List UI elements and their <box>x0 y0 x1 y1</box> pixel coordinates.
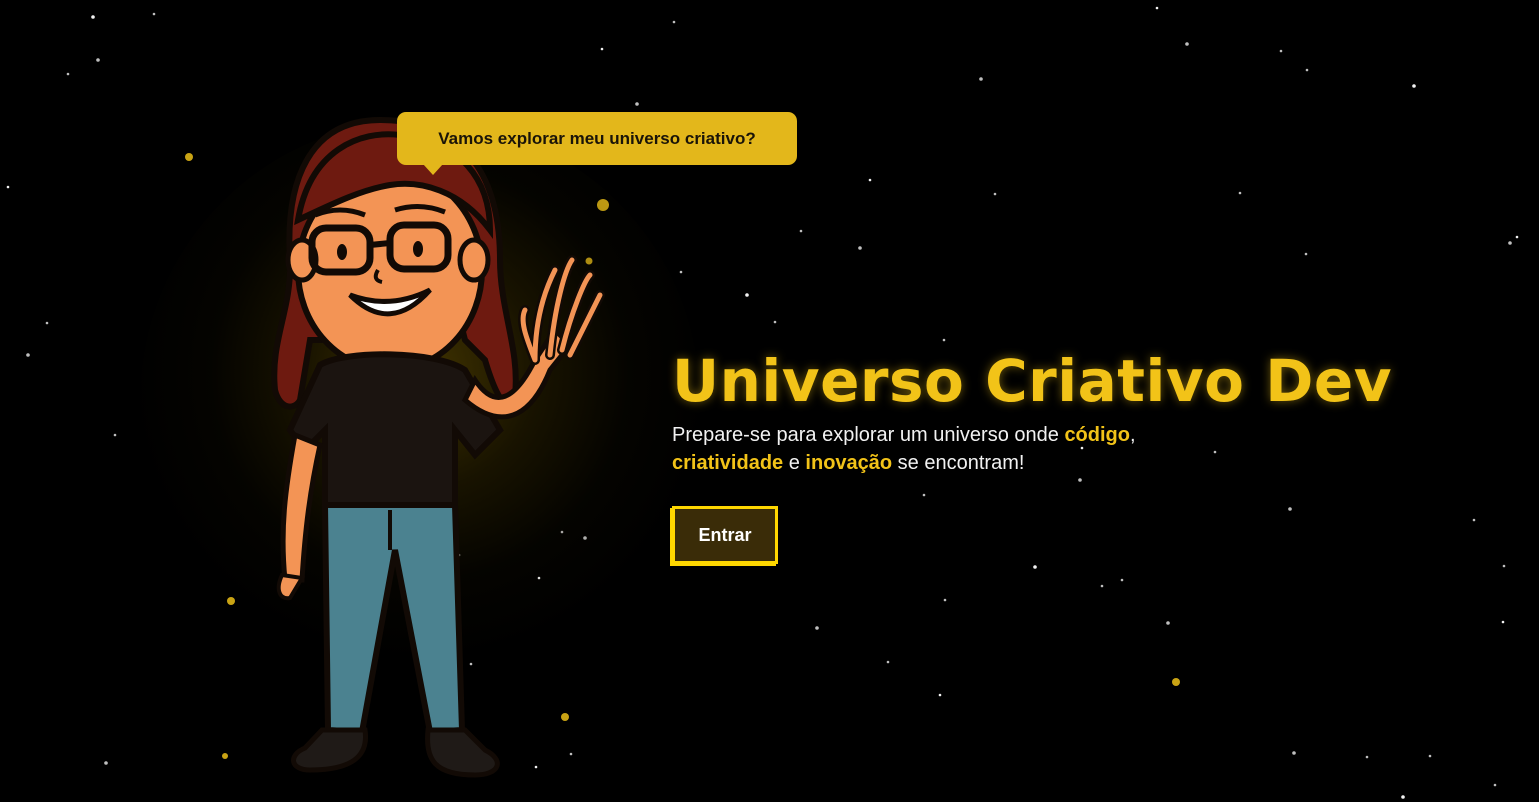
gold-star-dot <box>222 753 228 759</box>
eye-right <box>413 241 423 257</box>
star-dot <box>1292 751 1296 755</box>
star-dot <box>799 229 803 233</box>
star-dot <box>679 270 683 274</box>
star-dot <box>938 693 942 697</box>
star-dot <box>91 15 95 19</box>
star-dot <box>1238 191 1242 195</box>
star-dot <box>1078 478 1082 482</box>
star-dot <box>1515 235 1519 239</box>
star-dot <box>66 72 70 76</box>
eye-left <box>337 244 347 260</box>
star-dot <box>1305 68 1309 72</box>
tagline-highlight-criatividade: criatividade <box>672 452 784 474</box>
star-dot <box>942 338 946 342</box>
star-dot <box>672 20 676 24</box>
page-title: Universo Criativo Dev <box>672 347 1393 415</box>
star-dot <box>96 58 100 62</box>
star-dot <box>1365 755 1369 759</box>
star-dot <box>1412 84 1416 88</box>
speech-bubble-tail <box>423 164 443 175</box>
arm-left <box>280 431 323 583</box>
star-dot <box>635 102 639 106</box>
gold-star-dot <box>185 153 193 161</box>
speech-bubble: Vamos explorar meu universo criativo? <box>397 112 797 175</box>
star-dot <box>1185 42 1189 46</box>
star-dot <box>1033 565 1037 569</box>
star-dot <box>152 12 156 16</box>
star-dot <box>1288 507 1292 511</box>
star-dot <box>1508 241 1512 245</box>
speech-bubble-text: Vamos explorar meu universo criativo? <box>438 128 756 148</box>
star-dot <box>104 761 108 765</box>
tagline-highlight-inovacao: inovação <box>805 452 893 474</box>
ear-right <box>457 237 491 283</box>
star-dot <box>1501 620 1505 624</box>
star-dot <box>1155 6 1159 10</box>
star-dot <box>858 246 862 250</box>
star-dot <box>979 77 983 81</box>
tagline: Prepare-se para explorar um universo ond… <box>672 421 1512 477</box>
star-dot <box>886 660 890 664</box>
tagline-text-3: e <box>783 452 806 474</box>
shoe-left <box>291 727 369 773</box>
star-dot <box>26 353 30 357</box>
star-dot <box>6 185 10 189</box>
star-dot <box>993 192 997 196</box>
hand-left <box>276 572 306 601</box>
star-dot <box>943 598 947 602</box>
tagline-text-2: , <box>1129 424 1136 446</box>
black-t-shirt <box>286 351 504 513</box>
star-dot <box>922 493 926 497</box>
landing-page: Vamos explorar meu universo criativo? Un… <box>0 0 1539 802</box>
star-dot <box>1502 564 1506 568</box>
star-dot <box>745 293 749 297</box>
star-dot <box>1166 621 1170 625</box>
star-dot <box>1304 252 1308 256</box>
waving-girl-illustration <box>271 116 605 778</box>
star-dot <box>1279 49 1283 53</box>
star-dot <box>113 433 117 437</box>
star-dot <box>1472 518 1476 522</box>
tagline-text-1: Prepare-se para explorar um universo ond… <box>672 424 1065 446</box>
hero-section: Universo Criativo Dev Prepare-se para ex… <box>672 345 1512 477</box>
enter-button[interactable]: Entrar <box>672 506 778 564</box>
star-dot <box>1428 754 1432 758</box>
gold-star-dot <box>1172 678 1180 686</box>
star-dot <box>600 47 604 51</box>
star-dot <box>868 178 872 182</box>
enter-button-label: Entrar <box>698 524 752 545</box>
blue-jeans <box>321 502 466 736</box>
star-dot <box>815 626 819 630</box>
tagline-text-4: se encontram! <box>892 452 1025 474</box>
star-dot <box>1493 783 1497 787</box>
star-dot <box>1401 795 1405 799</box>
tagline-highlight-codigo: código <box>1064 424 1130 446</box>
glasses-bridge <box>369 240 391 248</box>
star-dot <box>773 320 777 324</box>
star-dot <box>1100 584 1104 588</box>
star-dot <box>1120 578 1124 582</box>
shoe-right <box>425 727 500 778</box>
star-dot <box>45 321 49 325</box>
